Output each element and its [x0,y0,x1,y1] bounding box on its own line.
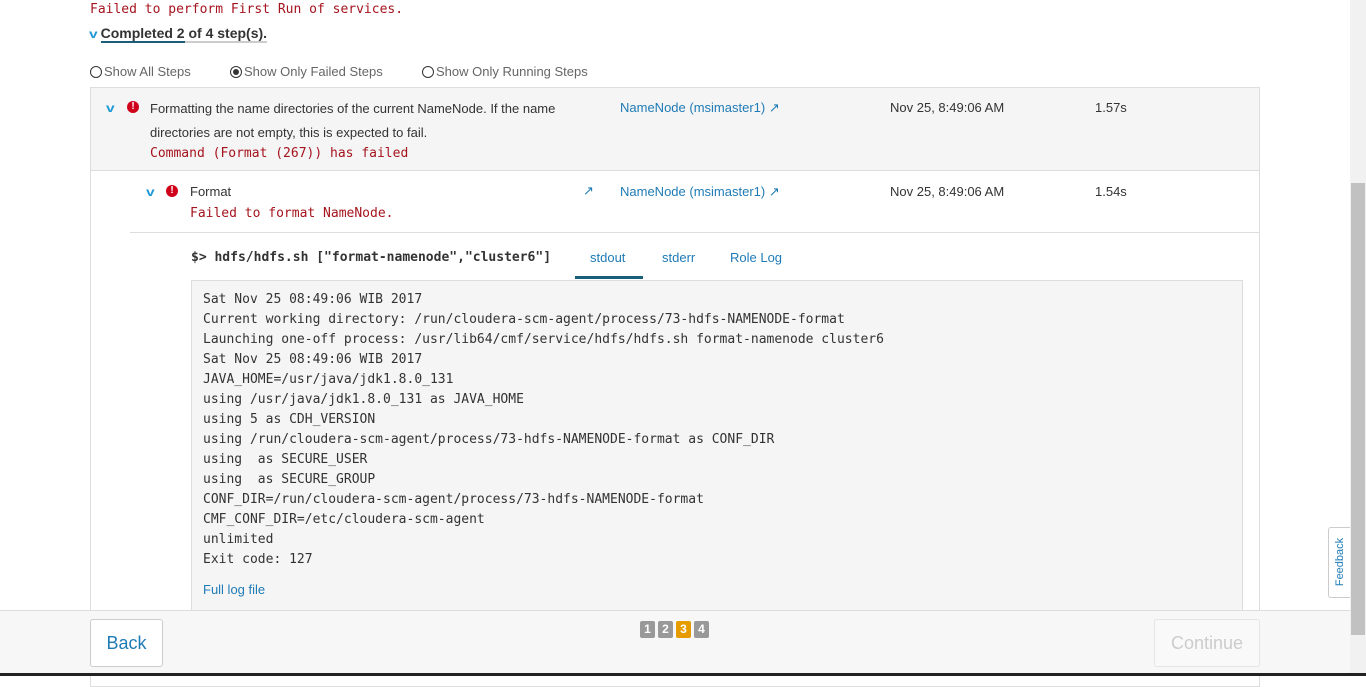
step-time: Nov 25, 8:49:06 AM [890,100,1005,115]
radio-icon [90,66,102,78]
substep-error: Failed to format NameNode. [190,206,394,221]
external-link-icon: ↗ [768,184,780,199]
filter-all[interactable]: Show All Steps [90,64,191,79]
chevron-down-icon[interactable]: v [146,185,155,199]
command-text: hdfs/hdfs.sh ["format-namenode","cluster… [214,250,552,265]
error-icon: ! [127,101,139,113]
filter-label: Show All Steps [104,64,191,79]
log-line: Sat Nov 25 08:49:06 WIB 2017 [203,352,423,367]
substep-duration: 1.54s [1095,184,1127,199]
filter-label: Show Only Running Steps [436,64,588,79]
page-indicator: 1234 [640,621,712,638]
log-line: CMF_CONF_DIR=/etc/cloudera-scm-agent [203,512,485,527]
tab-stderr[interactable]: stderr [662,250,695,265]
footer [0,610,1350,676]
step-description: Formatting the name directories of the c… [150,97,555,145]
tab-stdout[interactable]: stdout [590,250,625,265]
page-step-1: 1 [640,621,655,638]
back-button[interactable]: Back [90,619,163,667]
filter-running[interactable]: Show Only Running Steps [422,64,588,79]
substep-time: Nov 25, 8:49:06 AM [890,184,1005,199]
feedback-label: Feedback [1334,537,1346,587]
external-link-icon: ↗ [768,100,780,115]
error-icon: ! [166,185,178,197]
log-output: Sat Nov 25 08:49:06 WIB 2017 Current work… [191,280,1243,620]
log-line: Current working directory: /run/cloudera… [203,312,845,327]
desc-line: directories are not empty, this is expec… [150,125,428,140]
external-link-icon[interactable]: ↗ [583,183,594,199]
desc-line: Formatting the name directories of the c… [150,101,556,116]
step-error: Command (Format (267)) has failed [150,146,409,161]
log-line: Sat Nov 25 08:49:06 WIB 2017 [203,292,423,307]
log-line: Exit code: 127 [203,552,313,567]
log-line: JAVA_HOME=/usr/java/jdk1.8.0_131 [203,372,454,387]
command-line: $> hdfs/hdfs.sh ["format-namenode","clus… [191,250,551,265]
chevron-down-icon[interactable]: v [106,101,115,115]
host-label: NameNode (msimaster1) [620,184,766,199]
radio-selected-icon [230,66,242,78]
page-step-4: 4 [694,621,709,638]
radio-icon [422,66,434,78]
log-line: unlimited [203,532,274,547]
step-host-link[interactable]: NameNode (msimaster1) ↗ [620,100,780,116]
log-line: using as SECURE_USER [203,452,368,467]
filter-failed[interactable]: Show Only Failed Steps [230,64,383,79]
page-step-2: 2 [658,621,673,638]
substep-host-link[interactable]: NameNode (msimaster1) ↗ [620,184,780,200]
chevron-down-icon: v [88,27,98,41]
log-line: using /usr/java/jdk1.8.0_131 as JAVA_HOM… [203,392,524,407]
tab-role-log[interactable]: Role Log [730,250,782,265]
log-line: using /run/cloudera-scm-agent/process/73… [203,432,775,447]
scrollbar-thumb[interactable] [1351,183,1365,635]
log-line: using as SECURE_GROUP [203,472,376,487]
log-line: using 5 as CDH_VERSION [203,412,376,427]
full-log-link[interactable]: Full log file [203,580,1231,600]
log-line: Launching one-off process: /usr/lib64/cm… [203,332,884,347]
divider [130,232,1259,233]
page-step-3: 3 [676,621,691,638]
scrollbar[interactable] [1350,0,1366,676]
host-label: NameNode (msimaster1) [620,100,766,115]
active-tab-indicator [575,276,643,279]
completed-count: Completed 2 [100,25,185,43]
header-message: Failed to perform First Run of services. [90,2,404,17]
steps-summary-toggle[interactable]: v Completed 2 of 4 step(s). [88,25,268,43]
feedback-tab[interactable]: Feedback [1328,527,1350,598]
total-steps: of 4 step(s). [184,25,268,43]
filter-label: Show Only Failed Steps [244,64,383,79]
step-duration: 1.57s [1095,100,1127,115]
log-line: CONF_DIR=/run/cloudera-scm-agent/process… [203,492,704,507]
continue-button[interactable]: Continue [1154,619,1260,667]
substep-title: Format [190,184,232,199]
prompt: $> [191,250,207,265]
